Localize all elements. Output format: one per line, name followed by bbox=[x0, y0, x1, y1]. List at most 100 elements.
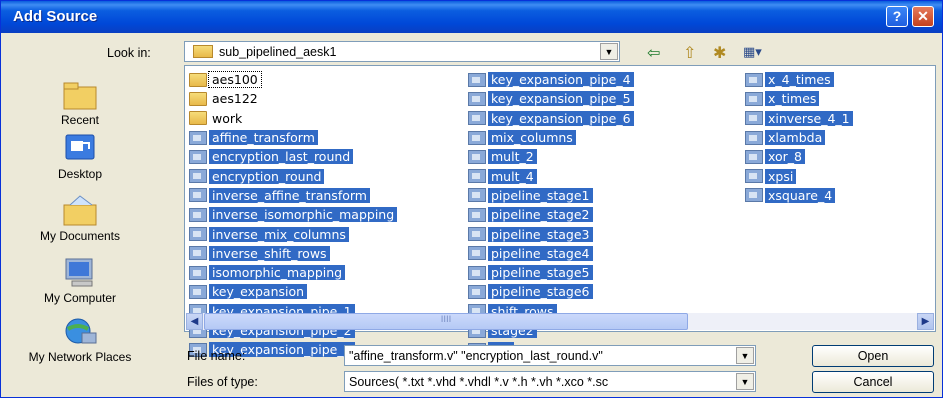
add-source-dialog: Add Source ? ✕ Look in: sub_pipelined_ae… bbox=[0, 0, 943, 398]
list-item[interactable]: inverse_affine_transform bbox=[189, 186, 397, 205]
list-item[interactable]: inverse_isomorphic_mapping bbox=[189, 205, 398, 224]
verilog-file-icon bbox=[468, 91, 486, 106]
scroll-right-button[interactable]: ▶ bbox=[917, 313, 934, 330]
list-item[interactable]: pipeline_stage2 bbox=[468, 205, 634, 224]
verilog-file-icon bbox=[468, 169, 486, 184]
verilog-file-icon bbox=[468, 284, 486, 299]
verilog-file-icon bbox=[189, 265, 207, 280]
cancel-button[interactable]: Cancel bbox=[812, 371, 934, 393]
verilog-file-icon bbox=[468, 149, 486, 164]
folder-icon bbox=[193, 45, 213, 58]
verilog-file-icon bbox=[745, 130, 763, 145]
place-label: My Computer bbox=[43, 291, 117, 305]
folder-icon bbox=[189, 72, 207, 87]
list-item[interactable]: xpsi bbox=[745, 166, 853, 185]
list-item[interactable]: pipeline_stage3 bbox=[468, 224, 634, 243]
list-item[interactable]: key_expansion_pipe_5 bbox=[468, 89, 634, 108]
verilog-file-icon bbox=[745, 149, 763, 164]
place-label: My Documents bbox=[39, 229, 121, 243]
verilog-file-icon bbox=[745, 72, 763, 87]
verilog-file-icon bbox=[745, 188, 763, 203]
scroll-left-button[interactable]: ◀ bbox=[186, 313, 203, 330]
open-button[interactable]: Open bbox=[812, 345, 934, 367]
verilog-file-icon bbox=[189, 149, 207, 164]
verilog-file-icon bbox=[468, 227, 486, 242]
list-item[interactable]: key_expansion bbox=[189, 282, 397, 301]
verilog-file-icon bbox=[468, 72, 486, 87]
chevron-down-icon[interactable]: ▼ bbox=[736, 347, 754, 364]
list-item[interactable]: pipeline_stage4 bbox=[468, 244, 634, 263]
place-my-documents[interactable]: My Documents bbox=[5, 193, 155, 243]
list-item[interactable]: key_expansion_pipe_4 bbox=[468, 70, 634, 89]
horizontal-scrollbar[interactable]: ◀ IIII ▶ bbox=[186, 313, 934, 330]
list-item[interactable]: inverse_shift_rows bbox=[189, 244, 397, 263]
verilog-file-icon bbox=[189, 284, 207, 299]
scroll-thumb[interactable]: IIII bbox=[204, 313, 688, 330]
up-folder-icon[interactable]: ⇧ bbox=[683, 45, 696, 61]
chevron-down-icon[interactable]: ▼ bbox=[736, 373, 754, 390]
list-item[interactable]: inverse_mix_columns bbox=[189, 224, 397, 243]
place-label: Desktop bbox=[57, 167, 103, 181]
list-item[interactable]: mult_4 bbox=[468, 166, 634, 185]
place-my-computer[interactable]: My Computer bbox=[5, 255, 155, 305]
list-item[interactable]: encryption_last_round bbox=[189, 147, 397, 166]
list-item[interactable]: x_4_times bbox=[745, 70, 853, 89]
file-list[interactable]: aes100 aes122 work affine_transform encr… bbox=[184, 65, 936, 358]
list-item[interactable]: pipeline_stage1 bbox=[468, 186, 634, 205]
list-item[interactable]: pipeline_stage5 bbox=[468, 263, 634, 282]
list-item[interactable]: work bbox=[189, 109, 397, 128]
file-name-field[interactable]: "affine_transform.v" "encryption_last_ro… bbox=[344, 345, 756, 366]
look-in-value: sub_pipelined_aesk1 bbox=[219, 45, 337, 59]
file-type-value: Sources( *.txt *.vhd *.vhdl *.v *.h *.vh… bbox=[349, 375, 609, 389]
file-column-3: x_4_times x_times xinverse_4_1 xlambda x… bbox=[745, 70, 853, 205]
place-desktop[interactable]: Desktop bbox=[5, 131, 155, 181]
list-item[interactable]: xlambda bbox=[745, 128, 853, 147]
place-recent[interactable]: Recent bbox=[5, 77, 155, 127]
list-item[interactable]: aes100 bbox=[189, 70, 397, 89]
verilog-file-icon bbox=[745, 111, 763, 126]
chevron-down-icon[interactable]: ▼ bbox=[600, 43, 618, 60]
list-item[interactable]: key_expansion_pipe_6 bbox=[468, 109, 634, 128]
close-button[interactable]: ✕ bbox=[912, 6, 934, 27]
folder-icon bbox=[189, 111, 207, 126]
list-item[interactable]: x_times bbox=[745, 89, 853, 108]
list-item[interactable]: xsquare_4 bbox=[745, 186, 853, 205]
list-item[interactable]: mix_columns bbox=[468, 128, 634, 147]
verilog-file-icon bbox=[189, 207, 207, 222]
title-bar[interactable]: Add Source ? ✕ bbox=[1, 1, 942, 33]
list-item[interactable]: isomorphic_mapping bbox=[189, 263, 397, 282]
file-name-label: File name: bbox=[187, 349, 246, 363]
verilog-file-icon bbox=[468, 130, 486, 145]
desktop-icon bbox=[60, 131, 100, 167]
verilog-file-icon bbox=[189, 246, 207, 261]
list-item[interactable]: aes122 bbox=[189, 89, 397, 108]
folder-icon bbox=[189, 91, 207, 106]
view-menu-icon[interactable]: ▦▾ bbox=[743, 45, 762, 61]
verilog-file-icon bbox=[468, 111, 486, 126]
place-label: Recent bbox=[60, 113, 100, 127]
verilog-file-icon bbox=[745, 91, 763, 106]
list-item[interactable]: xinverse_4_1 bbox=[745, 109, 853, 128]
look-in-combo[interactable]: sub_pipelined_aesk1 ▼ bbox=[184, 41, 620, 62]
new-folder-icon[interactable]: ✱ bbox=[713, 45, 726, 61]
network-places-icon bbox=[60, 315, 100, 351]
verilog-file-icon bbox=[745, 169, 763, 184]
list-item[interactable]: mult_2 bbox=[468, 147, 634, 166]
help-button[interactable]: ? bbox=[886, 6, 908, 27]
file-type-select[interactable]: Sources( *.txt *.vhd *.vhdl *.v *.h *.vh… bbox=[344, 371, 756, 392]
verilog-file-icon bbox=[468, 188, 486, 203]
verilog-file-icon bbox=[468, 265, 486, 280]
dialog-title: Add Source bbox=[13, 8, 98, 25]
my-computer-icon bbox=[60, 255, 100, 291]
place-network[interactable]: My Network Places bbox=[5, 315, 155, 364]
recent-folder-icon bbox=[60, 77, 100, 113]
places-bar: Recent Desktop My Documents My Computer … bbox=[5, 43, 155, 391]
list-item[interactable]: pipeline_stage6 bbox=[468, 282, 634, 301]
file-name-value: "affine_transform.v" "encryption_last_ro… bbox=[349, 349, 603, 363]
list-item[interactable]: encryption_round bbox=[189, 166, 397, 185]
place-label: My Network Places bbox=[28, 350, 132, 364]
file-type-label: Files of type: bbox=[187, 375, 258, 389]
back-arrow-icon[interactable]: ⇦ bbox=[647, 45, 660, 61]
list-item[interactable]: affine_transform bbox=[189, 128, 397, 147]
list-item[interactable]: xor_8 bbox=[745, 147, 853, 166]
